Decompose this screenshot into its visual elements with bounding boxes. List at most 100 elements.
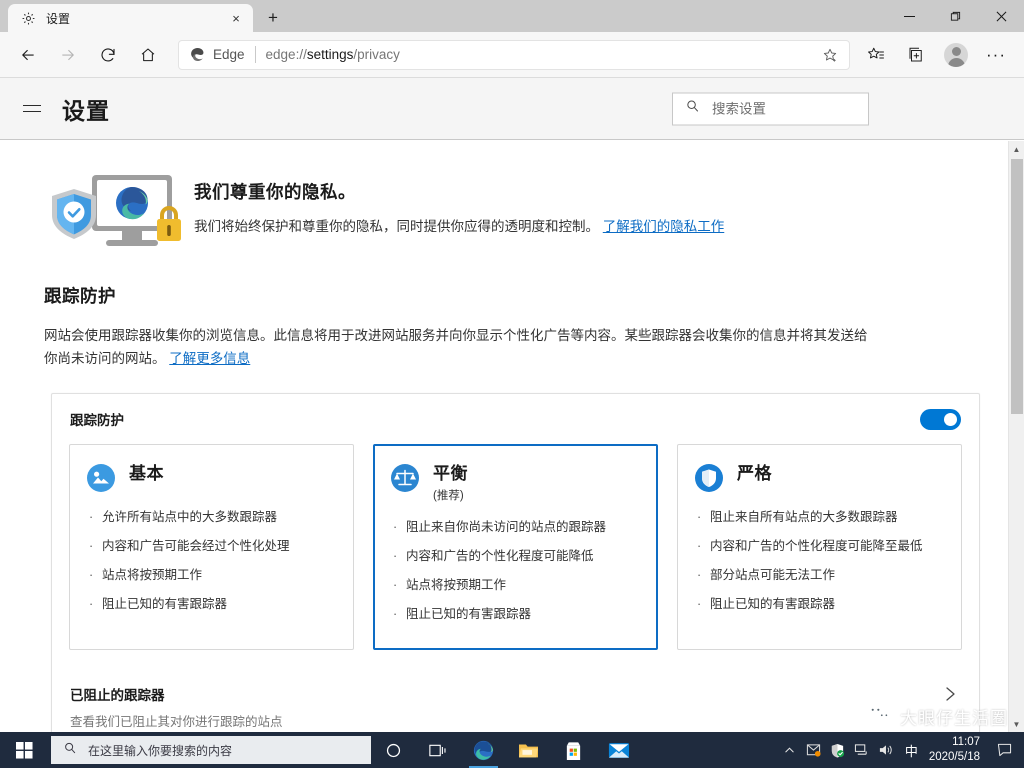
action-center-icon[interactable] [990, 732, 1018, 768]
onedrive-icon[interactable] [802, 732, 826, 768]
home-button[interactable] [131, 38, 165, 72]
bullet-dot: · [697, 510, 702, 524]
settings-content: 我们尊重你的隐私。 我们将始终保护和尊重你的隐私，同时提供你应得的透明度和控制。… [0, 141, 1024, 732]
brand-label: Edge [213, 47, 245, 62]
scroll-down-icon[interactable]: ▼ [1009, 716, 1024, 732]
refresh-button[interactable] [91, 38, 125, 72]
volume-icon[interactable] [874, 732, 898, 768]
privacy-illustration [44, 171, 186, 257]
bullet-dot: · [89, 539, 94, 553]
card-title-wrap: 基本 [129, 463, 164, 485]
tracking-level-card-strict[interactable]: 严格 · 阻止来自所有站点的大多数跟踪器 · 内容和广告的个性化程度可能降至最低 ·… [677, 444, 962, 650]
hero-title: 我们尊重你的隐私。 [194, 182, 356, 202]
bullet-item: · 站点将按预期工作 [86, 565, 337, 585]
bullet-item: · 阻止已知的有害跟踪器 [390, 604, 641, 624]
browser-tab-settings[interactable]: 设置 × [8, 4, 253, 32]
bullet-dot: · [393, 549, 398, 563]
shield-icon [694, 463, 724, 493]
tray-overflow-icon[interactable] [778, 732, 802, 768]
file-explorer-icon[interactable] [506, 732, 551, 768]
tracking-level-cards: 基本 · 允许所有站点中的大多数跟踪器 · 内容和广告可能会经过个性化处理 · 站点将… [68, 444, 963, 668]
favorite-star-icon[interactable] [817, 42, 843, 68]
section-title: 跟踪防护 [44, 286, 116, 306]
settings-search-box[interactable] [672, 92, 869, 125]
tab-title: 设置 [46, 11, 71, 26]
address-url: edge://settings/privacy [266, 47, 817, 62]
card-subtitle: (推荐) [433, 490, 464, 502]
clock-date: 2020/5/18 [928, 751, 980, 763]
mail-icon[interactable] [596, 732, 641, 768]
new-tab-button[interactable]: + [259, 4, 287, 32]
avatar [944, 42, 968, 67]
search-input[interactable] [712, 101, 852, 116]
microsoft-store-icon[interactable] [551, 732, 596, 768]
chevron-right-icon[interactable] [944, 684, 961, 706]
tracking-learn-more-link[interactable]: 了解更多信息 [169, 351, 250, 366]
balance-scale-icon [390, 463, 420, 493]
favorites-button[interactable] [859, 38, 893, 72]
bullet-text: 内容和广告的个性化程度可能降至最低 [710, 539, 923, 553]
bullet-dot: · [697, 568, 702, 582]
settings-and-more-button[interactable]: ··· [979, 38, 1013, 72]
bullet-text: 阻止来自你尚未访问的站点的跟踪器 [406, 520, 607, 534]
hero-description-text: 我们将始终保护和尊重你的隐私，同时提供你应得的透明度和控制。 [194, 219, 599, 234]
clock-time: 11:07 [952, 736, 980, 748]
tracking-prevention-panel: 跟踪防护 基本 · 允许所有站点中的大多数跟踪器 · 内容和广告可能会经过个性化… [51, 393, 980, 732]
cortana-circle-icon[interactable] [371, 732, 416, 768]
bullet-item: · 内容和广告的个性化程度可能降低 [390, 546, 641, 566]
page-scrollbar[interactable]: ▲ ▼ [1008, 141, 1024, 732]
back-button[interactable] [11, 38, 45, 72]
blocked-trackers-row[interactable]: 已阻止的跟踪器 查看我们已阻止其对你进行跟踪的站点 [68, 668, 963, 732]
card-title: 基本 [129, 464, 164, 483]
address-bar[interactable]: Edge edge://settings/privacy [178, 39, 850, 70]
bullet-text: 站点将按预期工作 [102, 568, 203, 582]
hamburger-icon[interactable] [18, 95, 46, 123]
section-description-text: 网站会使用跟踪器收集你的浏览信息。此信息将用于改进网站服务并向你显示个性化广告等… [44, 328, 868, 366]
task-view-icon[interactable] [416, 732, 461, 768]
card-header: 基本 [86, 463, 337, 493]
privacy-learn-more-link[interactable]: 了解我们的隐私工作 [603, 219, 725, 234]
browser-toolbar: Edge edge://settings/privacy ··· [0, 32, 1024, 78]
close-tab-icon[interactable]: × [227, 9, 245, 27]
bullet-dot: · [89, 510, 94, 524]
tracking-level-card-balanced[interactable]: 平衡 (推荐) · 阻止来自你尚未访问的站点的跟踪器 · 内容和广告的个性化程度可能… [373, 444, 658, 650]
tracking-level-card-basic[interactable]: 基本 · 允许所有站点中的大多数跟踪器 · 内容和广告可能会经过个性化处理 · 站点将… [69, 444, 354, 650]
taskbar-search-box[interactable]: 在这里输入你要搜索的内容 [51, 736, 371, 764]
taskbar-clock[interactable]: 11:07 2020/5/18 [925, 735, 990, 765]
settings-header: 设置 [0, 78, 1024, 140]
forward-button[interactable] [51, 38, 85, 72]
profile-button[interactable] [939, 38, 973, 72]
security-icon[interactable] [826, 732, 850, 768]
tracking-toggle-label: 跟踪防护 [70, 413, 124, 428]
collections-button[interactable] [899, 38, 933, 72]
row-subtitle: 查看我们已阻止其对你进行跟踪的站点 [70, 715, 283, 729]
scrollbar-thumb[interactable] [1011, 159, 1023, 414]
windows-start-icon[interactable] [0, 732, 48, 768]
ime-indicator[interactable]: 中 [898, 741, 925, 760]
bullet-item: · 阻止来自你尚未访问的站点的跟踪器 [390, 517, 641, 537]
minimize-button[interactable] [886, 0, 932, 32]
bullet-text: 阻止来自所有站点的大多数跟踪器 [710, 510, 898, 524]
network-icon[interactable] [850, 732, 874, 768]
bullet-dot: · [393, 520, 398, 534]
maximize-button[interactable] [932, 0, 978, 32]
bullet-text: 阻止已知的有害跟踪器 [406, 607, 532, 621]
search-icon [685, 99, 700, 119]
scroll-up-icon[interactable]: ▲ [1009, 141, 1024, 157]
close-window-button[interactable] [978, 0, 1024, 32]
bullet-text: 允许所有站点中的大多数跟踪器 [102, 510, 278, 524]
bullet-text: 内容和广告可能会经过个性化处理 [102, 539, 290, 553]
taskbar-edge-icon[interactable] [461, 732, 506, 768]
taskbar-search-placeholder: 在这里输入你要搜索的内容 [88, 743, 233, 758]
bullet-item: · 内容和广告的个性化程度可能降至最低 [694, 536, 945, 556]
title-bar: 设置 × + [0, 0, 1024, 32]
url-suffix: /privacy [353, 47, 400, 62]
page-title: 设置 [62, 97, 110, 124]
privacy-hero: 我们尊重你的隐私。 我们将始终保护和尊重你的隐私，同时提供你应得的透明度和控制。… [0, 141, 1024, 257]
windows-taskbar: 在这里输入你要搜索的内容 中 11:07 2020/5/18 [0, 732, 1024, 768]
tracking-prevention-toggle[interactable] [920, 408, 961, 430]
url-prefix: edge:// [265, 47, 307, 62]
url-emphasis: settings [306, 47, 354, 62]
system-tray: 中 11:07 2020/5/18 [778, 732, 1024, 768]
card-bullets: · 阻止来自你尚未访问的站点的跟踪器 · 内容和广告的个性化程度可能降低 · 站点将按… [390, 517, 641, 624]
